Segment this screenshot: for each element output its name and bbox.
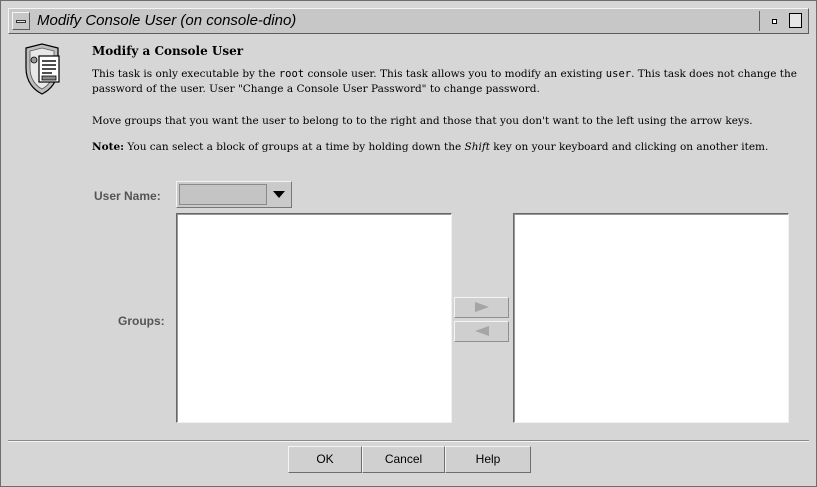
dialog-content: Modify a Console User This task is only … (8, 36, 809, 442)
chevron-down-icon[interactable] (273, 191, 285, 198)
ok-button[interactable]: OK (288, 446, 362, 473)
groups-label: Groups: (118, 314, 165, 328)
selected-groups-list[interactable] (513, 213, 789, 423)
maximize-button[interactable] (787, 12, 805, 30)
note-part: You can select a block of groups at a ti… (124, 141, 465, 153)
shift-key-text: Shift (464, 141, 490, 153)
note-part: key on your keyboard and clicking on ano… (489, 141, 769, 153)
window-title: Modify Console User (on console-dino) (37, 12, 297, 29)
arrow-left-icon (475, 326, 489, 336)
maximize-icon (789, 13, 802, 28)
task-description: This task is only executable by the root… (92, 67, 797, 97)
title-separator (759, 11, 760, 31)
user-name-value[interactable] (179, 184, 267, 205)
user-name-dropdown[interactable] (176, 181, 292, 208)
user-name-label: User Name: (94, 189, 161, 203)
task-heading: Modify a Console User (92, 44, 244, 58)
window-menu-icon (16, 20, 26, 23)
available-groups-list[interactable] (176, 213, 452, 423)
note-label: Note: (92, 141, 125, 153)
move-right-button[interactable] (454, 297, 509, 318)
task-description-part: This task is only executable by the (92, 68, 279, 80)
move-left-button[interactable] (454, 321, 509, 342)
window-menu-button[interactable] (12, 12, 30, 30)
move-instructions: Move groups that you want the user to be… (92, 115, 753, 127)
task-description-part: console user. This task allows you to mo… (304, 68, 606, 80)
cancel-button[interactable]: Cancel (362, 446, 445, 473)
arrow-right-icon (475, 302, 489, 312)
button-bar-divider (8, 440, 809, 442)
minimize-button[interactable] (766, 12, 784, 30)
user-keyword: user (605, 68, 632, 80)
help-button[interactable]: Help (445, 446, 531, 473)
title-bar[interactable]: Modify Console User (on console-dino) (8, 8, 809, 34)
console-user-shield-icon (25, 43, 60, 95)
root-keyword: root (278, 68, 305, 80)
note-text: Note: You can select a block of groups a… (92, 140, 797, 155)
minimize-icon (772, 19, 777, 24)
